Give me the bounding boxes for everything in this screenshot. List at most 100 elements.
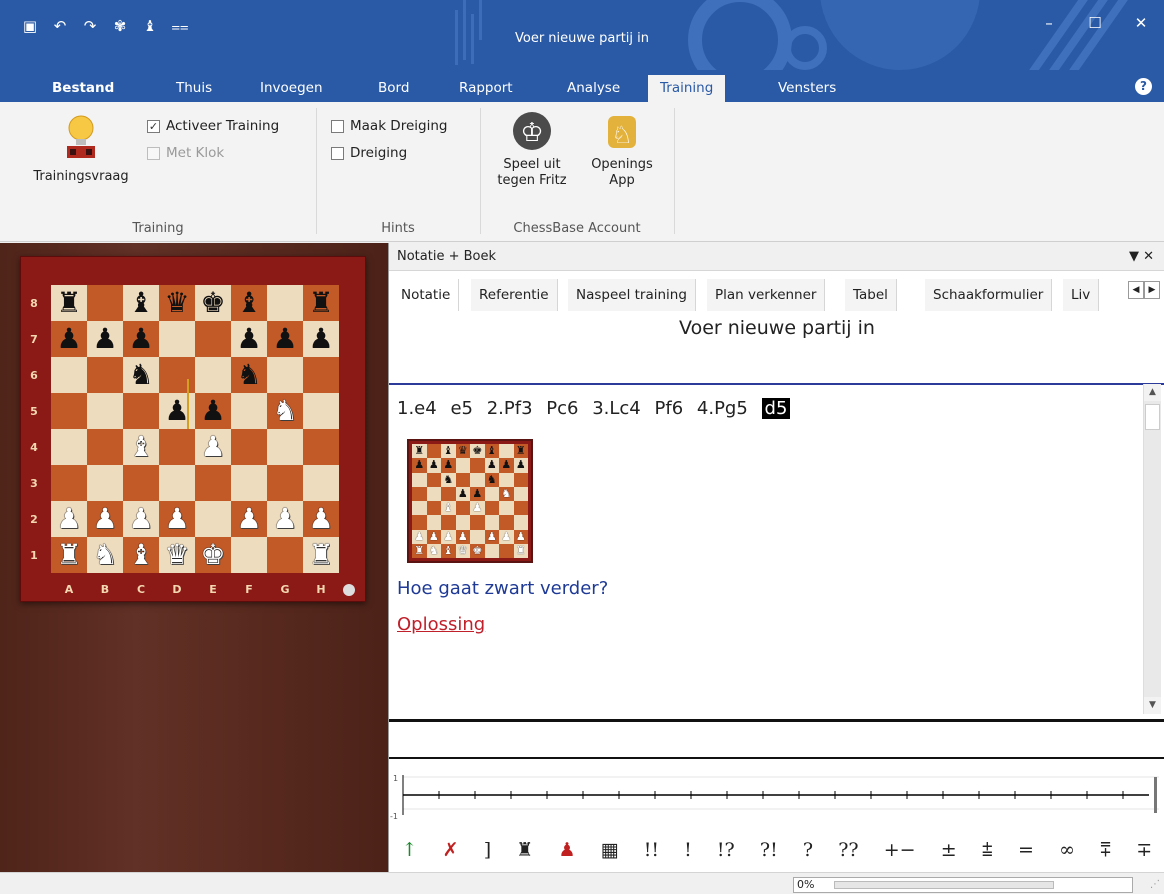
resize-grip-icon[interactable]: ⋰ bbox=[1150, 879, 1160, 890]
board-square[interactable] bbox=[123, 393, 159, 429]
white-piece-icon[interactable]: ♞ bbox=[92, 537, 117, 573]
annotation-symbol[interactable]: ⩱ bbox=[1100, 839, 1111, 861]
current-move[interactable]: d5 bbox=[761, 398, 791, 419]
black-piece-icon[interactable]: ♝ bbox=[128, 285, 153, 321]
board-square[interactable]: ♟ bbox=[267, 321, 303, 357]
board-square[interactable]: ♟ bbox=[159, 501, 195, 537]
board-square[interactable] bbox=[87, 285, 123, 321]
black-piece-icon[interactable]: ♟ bbox=[308, 321, 333, 357]
board-square[interactable]: ♟ bbox=[51, 321, 87, 357]
move[interactable]: 2.Pf3 bbox=[487, 398, 533, 419]
move[interactable]: Pc6 bbox=[546, 398, 578, 419]
tab-tabel[interactable]: Tabel bbox=[845, 279, 897, 311]
board-square[interactable] bbox=[51, 429, 87, 465]
board-square[interactable]: ♜ bbox=[51, 537, 87, 573]
board-square[interactable] bbox=[303, 429, 339, 465]
tab-thuis[interactable]: Thuis bbox=[176, 75, 212, 102]
black-piece-icon[interactable]: ♟ bbox=[56, 321, 81, 357]
white-piece-icon[interactable]: ♟ bbox=[236, 501, 261, 537]
move[interactable]: Pf6 bbox=[655, 398, 684, 419]
scroll-up-icon[interactable]: ▲ bbox=[1144, 384, 1161, 401]
arrow-up-icon[interactable]: ↑ bbox=[402, 839, 418, 861]
openings-app-button[interactable]: ♘ Openings App bbox=[581, 110, 663, 189]
board-square[interactable] bbox=[231, 429, 267, 465]
black-piece-icon[interactable]: ♝ bbox=[236, 285, 261, 321]
white-piece-icon[interactable]: ♟ bbox=[200, 429, 225, 465]
tab-referentie[interactable]: Referentie bbox=[471, 279, 558, 311]
board-square[interactable]: ♟ bbox=[303, 501, 339, 537]
maximize-icon[interactable]: ☐ bbox=[1072, 8, 1118, 38]
variation-icon[interactable]: ♜ bbox=[516, 839, 533, 861]
annotation-symbol[interactable]: !! bbox=[644, 839, 659, 861]
board-square[interactable]: ♟ bbox=[51, 501, 87, 537]
board-square[interactable]: ♟ bbox=[87, 501, 123, 537]
board-square[interactable] bbox=[303, 465, 339, 501]
speel-uit-tegen-fritz-button[interactable]: ♔ Speel uit tegen Fritz bbox=[491, 110, 573, 189]
board-square[interactable]: ♟ bbox=[159, 393, 195, 429]
board-square[interactable] bbox=[159, 465, 195, 501]
black-piece-icon[interactable]: ♜ bbox=[56, 285, 81, 321]
white-piece-icon[interactable]: ♞ bbox=[272, 393, 297, 429]
delete-icon[interactable]: ✗ bbox=[443, 839, 459, 861]
board-square[interactable] bbox=[231, 465, 267, 501]
board-square[interactable] bbox=[267, 357, 303, 393]
board-icon[interactable]: ▦ bbox=[601, 839, 619, 861]
black-piece-icon[interactable]: ♞ bbox=[128, 357, 153, 393]
black-piece-icon[interactable]: ♟ bbox=[236, 321, 261, 357]
annotation-symbol[interactable]: ∞ bbox=[1059, 839, 1075, 861]
white-piece-icon[interactable]: ♟ bbox=[164, 501, 189, 537]
board-square[interactable] bbox=[123, 465, 159, 501]
board-square[interactable]: ♟ bbox=[123, 501, 159, 537]
maak-dreiging-checkbox[interactable]: Maak Dreiging bbox=[331, 118, 447, 134]
black-piece-icon[interactable]: ♜ bbox=[308, 285, 333, 321]
board-square[interactable]: ♚ bbox=[195, 285, 231, 321]
board-square[interactable] bbox=[195, 357, 231, 393]
tab-invoegen[interactable]: Invoegen bbox=[260, 75, 323, 102]
tab-analyse[interactable]: Analyse bbox=[567, 75, 620, 102]
board-square[interactable] bbox=[87, 357, 123, 393]
white-piece-icon[interactable]: ♟ bbox=[128, 501, 153, 537]
tab-rapport[interactable]: Rapport bbox=[459, 75, 513, 102]
notation-scrollbar[interactable]: ▲ ▼ bbox=[1143, 384, 1161, 714]
white-piece-icon[interactable]: ♝ bbox=[128, 429, 153, 465]
board-square[interactable]: ♟ bbox=[267, 501, 303, 537]
bracket-icon[interactable]: ] bbox=[484, 839, 491, 861]
board-square[interactable]: ♟ bbox=[231, 501, 267, 537]
tab-live[interactable]: Liv bbox=[1063, 279, 1100, 311]
board-square[interactable] bbox=[87, 393, 123, 429]
board-square[interactable]: ♛ bbox=[159, 285, 195, 321]
black-piece-icon[interactable]: ♟ bbox=[164, 393, 189, 429]
board-square[interactable]: ♚ bbox=[195, 537, 231, 573]
tab-naspeel-training[interactable]: Naspeel training bbox=[568, 279, 696, 311]
board-square[interactable] bbox=[231, 393, 267, 429]
board-square[interactable]: ♝ bbox=[231, 285, 267, 321]
board-square[interactable] bbox=[267, 537, 303, 573]
board-square[interactable] bbox=[303, 357, 339, 393]
board-square[interactable]: ♝ bbox=[123, 537, 159, 573]
black-piece-icon[interactable]: ♞ bbox=[236, 357, 261, 393]
close-icon[interactable]: ✕ bbox=[1118, 8, 1164, 38]
board-square[interactable] bbox=[159, 357, 195, 393]
board-square[interactable] bbox=[267, 429, 303, 465]
trainingsvraag-button[interactable]: Trainingsvraag bbox=[22, 112, 140, 185]
board-square[interactable]: ♟ bbox=[231, 321, 267, 357]
board-square[interactable]: ♜ bbox=[303, 285, 339, 321]
tab-bestand[interactable]: Bestand bbox=[52, 75, 114, 102]
tab-bord[interactable]: Bord bbox=[378, 75, 409, 102]
board-square[interactable] bbox=[267, 285, 303, 321]
board-square[interactable] bbox=[195, 321, 231, 357]
annotation-symbol[interactable]: ⩲ bbox=[982, 839, 993, 861]
scroll-thumb[interactable] bbox=[1145, 404, 1160, 430]
board-square[interactable]: ♜ bbox=[303, 537, 339, 573]
board-square[interactable]: ♟ bbox=[87, 321, 123, 357]
black-piece-icon[interactable]: ♟ bbox=[272, 321, 297, 357]
board-square[interactable]: ♞ bbox=[87, 537, 123, 573]
white-piece-icon[interactable]: ♝ bbox=[128, 537, 153, 573]
tab-schaakformulier[interactable]: Schaakformulier bbox=[925, 279, 1053, 311]
board-square[interactable]: ♛ bbox=[159, 537, 195, 573]
board-square[interactable] bbox=[231, 537, 267, 573]
tab-scroll-right-icon[interactable]: ▶ bbox=[1144, 281, 1160, 299]
annotation-symbol[interactable]: = bbox=[1018, 839, 1034, 861]
solution-link[interactable]: Oplossing bbox=[397, 614, 485, 635]
annotation-symbol[interactable]: ∓ bbox=[1136, 839, 1152, 861]
